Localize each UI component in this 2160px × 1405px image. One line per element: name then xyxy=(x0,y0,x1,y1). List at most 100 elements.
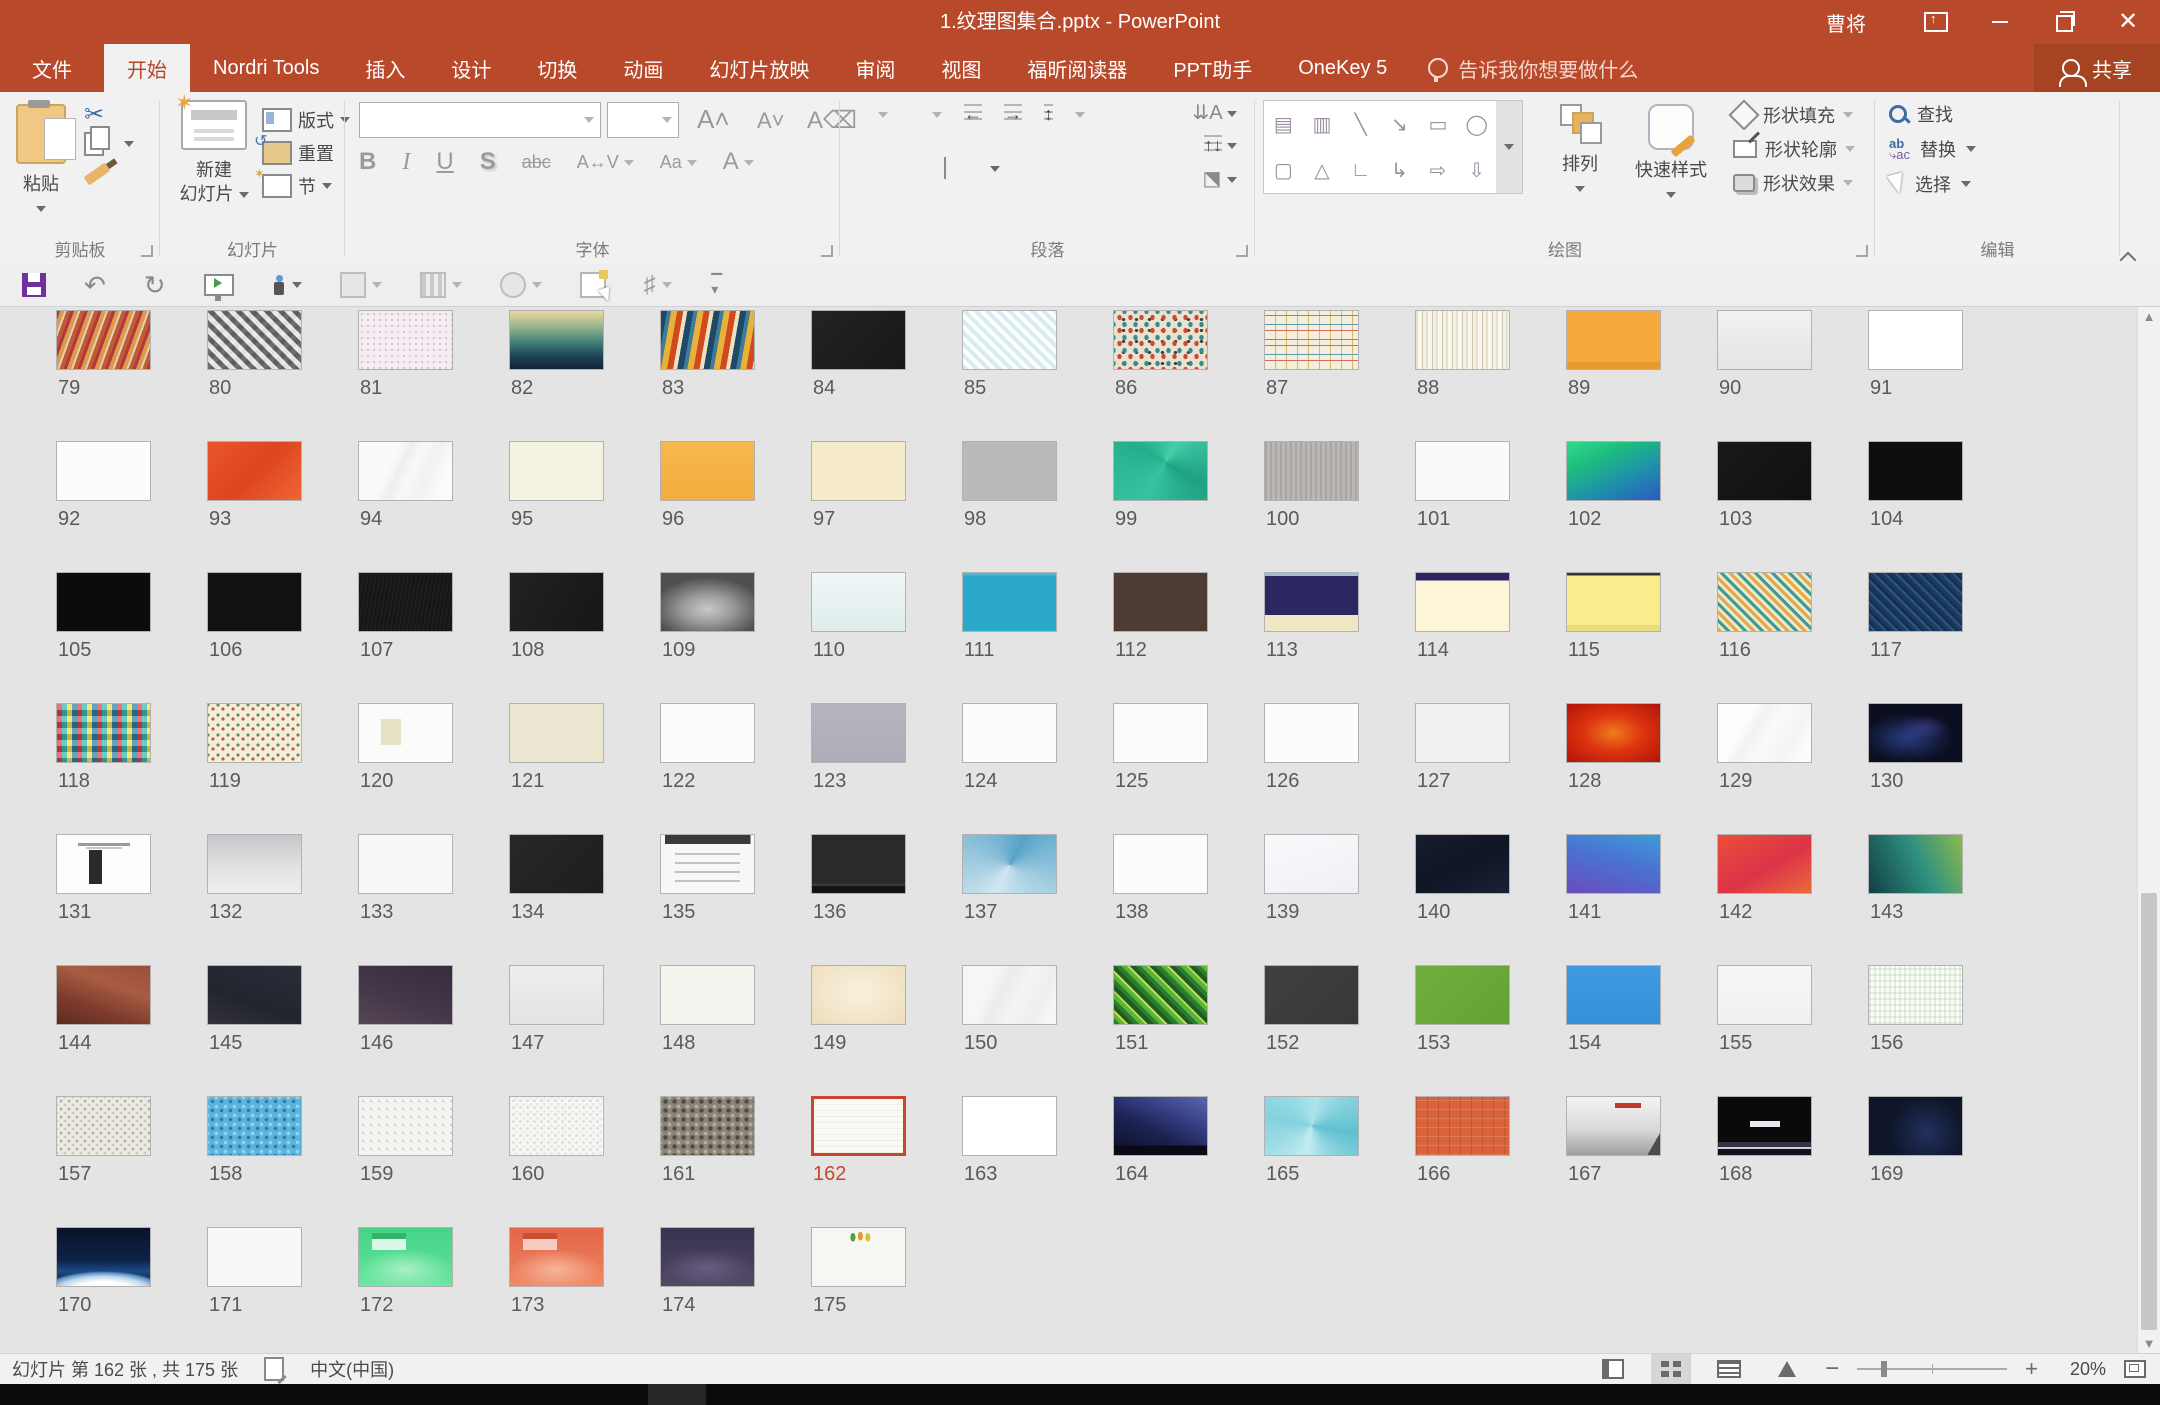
align-text-button[interactable]: ↑↓ xyxy=(1204,135,1237,156)
tell-me-box[interactable]: 告诉我你想要做什么 xyxy=(1410,44,1656,92)
slide-thumbnail-image[interactable] xyxy=(207,834,302,894)
slide-thumbnail-138[interactable]: 138 xyxy=(1113,834,1210,965)
slide-thumbnail-image[interactable] xyxy=(962,965,1057,1025)
slide-thumbnail-152[interactable]: 152 xyxy=(1264,965,1361,1096)
slide-thumbnail-102[interactable]: 102 xyxy=(1566,441,1663,572)
slide-thumbnail-80[interactable]: 80 xyxy=(207,310,304,441)
slide-thumbnail-128[interactable]: 128 xyxy=(1566,703,1663,834)
zoom-slider[interactable] xyxy=(1857,1368,2007,1370)
slide-thumbnail-165[interactable]: 165 xyxy=(1264,1096,1361,1227)
slide-thumbnail-image[interactable] xyxy=(962,834,1057,894)
slide-thumbnail-125[interactable]: 125 xyxy=(1113,703,1210,834)
slide-thumbnail-154[interactable]: 154 xyxy=(1566,965,1663,1096)
slide-thumbnail-108[interactable]: 108 xyxy=(509,572,606,703)
line-spacing-button[interactable]: ↕ xyxy=(1044,104,1053,125)
slide-thumbnail-111[interactable]: 111 xyxy=(962,572,1059,703)
bold-button[interactable]: B xyxy=(359,148,376,176)
slide-thumbnail-127[interactable]: 127 xyxy=(1415,703,1512,834)
slide-thumbnail-84[interactable]: 84 xyxy=(811,310,908,441)
slide-sorter-view-button[interactable] xyxy=(1651,1354,1691,1384)
layout-button[interactable]: 版式 xyxy=(262,107,350,133)
slide-thumbnail-image[interactable] xyxy=(358,441,453,501)
start-slideshow-button[interactable] xyxy=(204,274,234,296)
slide-thumbnail-image[interactable] xyxy=(1264,834,1359,894)
slide-thumbnail-image[interactable] xyxy=(660,310,755,370)
slide-thumbnail-143[interactable]: 143 xyxy=(1868,834,1965,965)
slide-thumbnail-168[interactable]: 168 xyxy=(1717,1096,1814,1227)
slide-thumbnail-image[interactable] xyxy=(1868,834,1963,894)
slide-thumbnail-image[interactable] xyxy=(1717,310,1812,370)
slide-thumbnail-174[interactable]: 174 xyxy=(660,1227,757,1354)
slide-thumbnail-image[interactable] xyxy=(660,441,755,501)
slide-thumbnail-image[interactable] xyxy=(962,441,1057,501)
slide-thumbnail-image[interactable] xyxy=(1264,310,1359,370)
slide-thumbnail-image[interactable] xyxy=(56,1227,151,1287)
slide-thumbnail-image[interactable] xyxy=(56,965,151,1025)
slide-thumbnail-96[interactable]: 96 xyxy=(660,441,757,572)
slide-thumbnail-112[interactable]: 112 xyxy=(1113,572,1210,703)
slide-thumbnail-146[interactable]: 146 xyxy=(358,965,455,1096)
shape-glyph[interactable]: ▥ xyxy=(1313,112,1332,137)
slide-thumbnail-image[interactable] xyxy=(1415,703,1510,763)
slide-thumbnail-image[interactable] xyxy=(811,834,906,894)
slide-thumbnail-image[interactable] xyxy=(660,834,755,894)
zoom-in-button[interactable]: + xyxy=(2025,1356,2038,1382)
ribbon-display-options-button[interactable] xyxy=(1904,0,1968,44)
slide-thumbnail-144[interactable]: 144 xyxy=(56,965,153,1096)
slide-thumbnail-image[interactable] xyxy=(358,834,453,894)
ribbon-tab-动画[interactable]: 动画 xyxy=(600,44,686,92)
slide-thumbnail-image[interactable] xyxy=(358,1096,453,1156)
slide-thumbnail-image[interactable] xyxy=(1113,965,1208,1025)
slide-thumbnail-image[interactable] xyxy=(358,965,453,1025)
slide-thumbnail-image[interactable] xyxy=(811,1227,906,1287)
scroll-down-arrow[interactable]: ▼ xyxy=(2138,1334,2160,1354)
reading-view-button[interactable] xyxy=(1709,1354,1749,1384)
slideshow-view-button[interactable] xyxy=(1767,1354,1807,1384)
slide-thumbnail-image[interactable] xyxy=(1566,834,1661,894)
shape-glyph[interactable]: ↳ xyxy=(1391,158,1408,183)
slide-thumbnail-image[interactable] xyxy=(358,703,453,763)
qat-selection-pane-button[interactable] xyxy=(580,272,606,298)
slide-thumbnail-image[interactable] xyxy=(509,310,604,370)
replace-button[interactable]: ab⤷ac替换 xyxy=(1889,136,2120,162)
slide-thumbnail-image[interactable] xyxy=(358,572,453,632)
slide-thumbnail-image[interactable] xyxy=(1566,441,1661,501)
slide-thumbnail-151[interactable]: 151 xyxy=(1113,965,1210,1096)
slide-thumbnail-119[interactable]: 119 xyxy=(207,703,304,834)
slide-thumbnail-140[interactable]: 140 xyxy=(1415,834,1512,965)
slide-thumbnail-170[interactable]: 170 xyxy=(56,1227,153,1354)
change-case-button[interactable]: Aa xyxy=(660,152,697,173)
reset-button[interactable]: 重置 xyxy=(262,140,350,166)
slide-thumbnail-134[interactable]: 134 xyxy=(509,834,606,965)
slide-thumbnail-image[interactable] xyxy=(56,1096,151,1156)
shape-glyph[interactable]: ⇨ xyxy=(1430,158,1447,183)
shape-glyph[interactable]: ▤ xyxy=(1274,112,1293,137)
slide-thumbnail-126[interactable]: 126 xyxy=(1264,703,1361,834)
slide-thumbnail-135[interactable]: 135 xyxy=(660,834,757,965)
slide-thumbnail-155[interactable]: 155 xyxy=(1717,965,1814,1096)
slide-thumbnail-image[interactable] xyxy=(1415,965,1510,1025)
slide-thumbnail-image[interactable] xyxy=(1868,572,1963,632)
copy-button[interactable] xyxy=(84,132,134,156)
shape-glyph[interactable]: ◯ xyxy=(1465,112,1487,137)
slide-thumbnail-image[interactable] xyxy=(1566,572,1661,632)
share-button[interactable]: 共享 xyxy=(2034,44,2160,92)
slide-thumbnail-image[interactable] xyxy=(1717,1096,1812,1156)
zoom-slider-thumb[interactable] xyxy=(1881,1361,1887,1377)
ribbon-tab-审阅[interactable]: 审阅 xyxy=(832,44,918,92)
slide-thumbnail-image[interactable] xyxy=(660,1096,755,1156)
slide-thumbnail-116[interactable]: 116 xyxy=(1717,572,1814,703)
slide-thumbnail-image[interactable] xyxy=(660,572,755,632)
slide-thumbnail-image[interactable] xyxy=(207,572,302,632)
slide-thumbnail-image[interactable] xyxy=(509,1096,604,1156)
font-dialog-launcher[interactable] xyxy=(821,245,833,257)
slide-thumbnail-118[interactable]: 118 xyxy=(56,703,153,834)
section-button[interactable]: 节 xyxy=(262,173,350,199)
slide-thumbnail-114[interactable]: 114 xyxy=(1415,572,1512,703)
slide-thumbnail-115[interactable]: 115 xyxy=(1566,572,1663,703)
qat-disabled-button-2[interactable] xyxy=(420,272,462,298)
ribbon-tab-幻灯片放映[interactable]: 幻灯片放映 xyxy=(686,44,832,92)
normal-view-button[interactable] xyxy=(1593,1354,1633,1384)
ribbon-tab-文件[interactable]: 文件 xyxy=(0,44,104,92)
slide-thumbnail-158[interactable]: 158 xyxy=(207,1096,304,1227)
